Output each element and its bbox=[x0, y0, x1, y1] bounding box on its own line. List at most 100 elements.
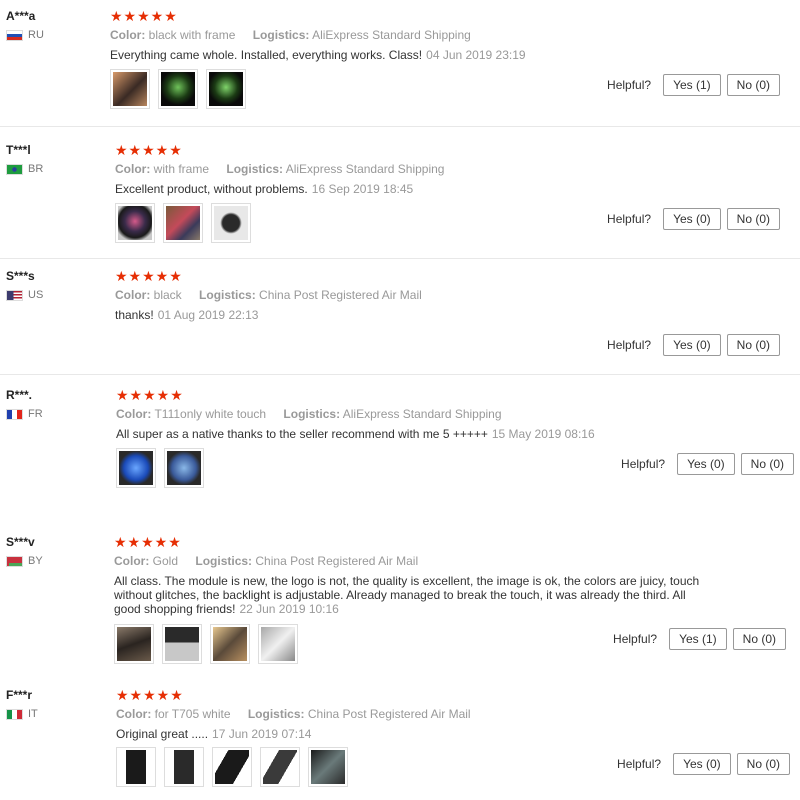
review-meta: Color: black Logistics: China Post Regis… bbox=[115, 288, 780, 302]
color-value: with frame bbox=[153, 162, 210, 176]
review-photo[interactable] bbox=[258, 624, 298, 664]
flag-fr-icon bbox=[6, 408, 23, 420]
review-photo[interactable] bbox=[206, 69, 246, 109]
reviewer-info: S***v BY bbox=[6, 534, 106, 568]
helpful-no-button[interactable]: No (0) bbox=[726, 334, 780, 356]
review-text: Everything came whole. Installed, everyt… bbox=[110, 48, 423, 62]
helpful-no-button[interactable]: No (0) bbox=[732, 628, 786, 650]
reviewer-info: A***a RU bbox=[6, 8, 106, 42]
color-label: Color: bbox=[114, 554, 150, 568]
reviewer-country: FR bbox=[6, 407, 106, 421]
review-text-row: All super as a native thanks to the sell… bbox=[116, 427, 780, 441]
color-value: T111only white touch bbox=[154, 407, 267, 421]
helpful-yes-button[interactable]: Yes (1) bbox=[669, 628, 727, 650]
review-text-row: All class. The module is new, the logo i… bbox=[114, 574, 700, 616]
review-text-row: thanks! 01 Aug 2019 22:13 bbox=[115, 308, 780, 322]
review-date: 22 Jun 2019 10:16 bbox=[239, 602, 339, 616]
review-photos bbox=[115, 203, 251, 243]
color-label: Color: bbox=[116, 707, 152, 721]
review-photo[interactable] bbox=[115, 203, 155, 243]
review-meta: Color: T111only white touch Logistics: A… bbox=[116, 407, 780, 421]
review-text: Excellent product, without problems. bbox=[115, 182, 308, 196]
reviewer-country: US bbox=[6, 288, 106, 302]
review-photos bbox=[110, 69, 246, 109]
helpful-no-button[interactable]: No (0) bbox=[740, 453, 794, 475]
review-content: ★★★★★ Color: black with frame Logistics:… bbox=[110, 8, 780, 62]
helpful-label: Helpful? bbox=[607, 212, 652, 226]
logistics-label: Logistics: bbox=[247, 707, 305, 721]
country-code: FR bbox=[28, 408, 43, 420]
reviewer-info: F***r IT bbox=[6, 687, 106, 721]
logistics-value: AliExpress Standard Shipping bbox=[312, 28, 471, 42]
flag-ru-icon bbox=[6, 29, 23, 41]
helpful-votes: Helpful? Yes (1) No (0) bbox=[607, 74, 780, 96]
reviewer-name: A***a bbox=[6, 9, 36, 23]
review-content: ★★★★★ Color: T111only white touch Logist… bbox=[116, 387, 780, 441]
color-value: for T705 white bbox=[154, 707, 231, 721]
reviewer-country: RU bbox=[6, 28, 106, 42]
reviewer-name: S***v bbox=[6, 535, 35, 549]
helpful-label: Helpful? bbox=[607, 338, 652, 352]
reviewer-name: F***r bbox=[6, 688, 33, 702]
review-date: 17 Jun 2019 07:14 bbox=[212, 727, 312, 741]
logistics-value: China Post Registered Air Mail bbox=[255, 554, 419, 568]
logistics-value: China Post Registered Air Mail bbox=[307, 707, 471, 721]
color-value: Gold bbox=[152, 554, 179, 568]
review-photo[interactable] bbox=[260, 747, 300, 787]
helpful-yes-button[interactable]: Yes (0) bbox=[663, 208, 721, 230]
review-photo[interactable] bbox=[211, 203, 251, 243]
helpful-label: Helpful? bbox=[617, 757, 662, 771]
flag-by-icon bbox=[6, 555, 23, 567]
review-photo[interactable] bbox=[308, 747, 348, 787]
country-code: BY bbox=[28, 555, 43, 567]
helpful-yes-button[interactable]: Yes (0) bbox=[663, 334, 721, 356]
star-rating: ★★★★★ bbox=[115, 268, 183, 284]
helpful-votes: Helpful? Yes (0) No (0) bbox=[607, 208, 780, 230]
review-photos bbox=[114, 624, 298, 664]
helpful-yes-button[interactable]: Yes (0) bbox=[677, 453, 735, 475]
country-code: BR bbox=[28, 163, 44, 175]
review-photo[interactable] bbox=[212, 747, 252, 787]
reviewer-country: IT bbox=[6, 707, 106, 721]
reviewer-name: R***. bbox=[6, 388, 33, 402]
helpful-no-button[interactable]: No (0) bbox=[726, 208, 780, 230]
review-photo[interactable] bbox=[116, 448, 156, 488]
review-photo[interactable] bbox=[164, 747, 204, 787]
divider bbox=[0, 126, 800, 127]
helpful-no-button[interactable]: No (0) bbox=[736, 753, 790, 775]
review-photo[interactable] bbox=[164, 448, 204, 488]
star-rating: ★★★★★ bbox=[115, 142, 183, 158]
review-text-row: Excellent product, without problems. 16 S… bbox=[115, 182, 780, 196]
logistics-value: AliExpress Standard Shipping bbox=[285, 162, 445, 176]
review-photo[interactable] bbox=[110, 69, 150, 109]
review-text: thanks! bbox=[115, 308, 154, 322]
color-value: black bbox=[153, 288, 182, 302]
helpful-no-button[interactable]: No (0) bbox=[726, 74, 780, 96]
review-photo[interactable] bbox=[162, 624, 202, 664]
reviewer-country: BY bbox=[6, 554, 106, 568]
logistics-value: China Post Registered Air Mail bbox=[259, 288, 422, 302]
review-date: 04 Jun 2019 23:19 bbox=[426, 48, 526, 62]
review-photo[interactable] bbox=[116, 747, 156, 787]
review-photos bbox=[116, 448, 204, 488]
review-photo[interactable] bbox=[114, 624, 154, 664]
reviewer-name: S***s bbox=[6, 269, 35, 283]
review-meta: Color: for T705 white Logistics: China P… bbox=[116, 707, 780, 721]
review-photos bbox=[116, 747, 348, 787]
review-content: ★★★★★ Color: black Logistics: China Post… bbox=[115, 268, 780, 322]
logistics-value: AliExpress Standard Shipping bbox=[342, 407, 502, 421]
review-photo[interactable] bbox=[158, 69, 198, 109]
helpful-label: Helpful? bbox=[621, 457, 666, 471]
helpful-votes: Helpful? Yes (1) No (0) bbox=[613, 628, 786, 650]
helpful-yes-button[interactable]: Yes (1) bbox=[663, 74, 721, 96]
country-code: IT bbox=[28, 708, 38, 720]
review-meta: Color: black with frame Logistics: AliEx… bbox=[110, 28, 780, 42]
helpful-yes-button[interactable]: Yes (0) bbox=[673, 753, 731, 775]
flag-us-icon bbox=[6, 289, 23, 301]
logistics-label: Logistics: bbox=[283, 407, 341, 421]
divider bbox=[0, 374, 800, 375]
review-photo[interactable] bbox=[210, 624, 250, 664]
color-label: Color: bbox=[110, 28, 146, 42]
reviewer-info: S***s US bbox=[6, 268, 106, 302]
review-photo[interactable] bbox=[163, 203, 203, 243]
